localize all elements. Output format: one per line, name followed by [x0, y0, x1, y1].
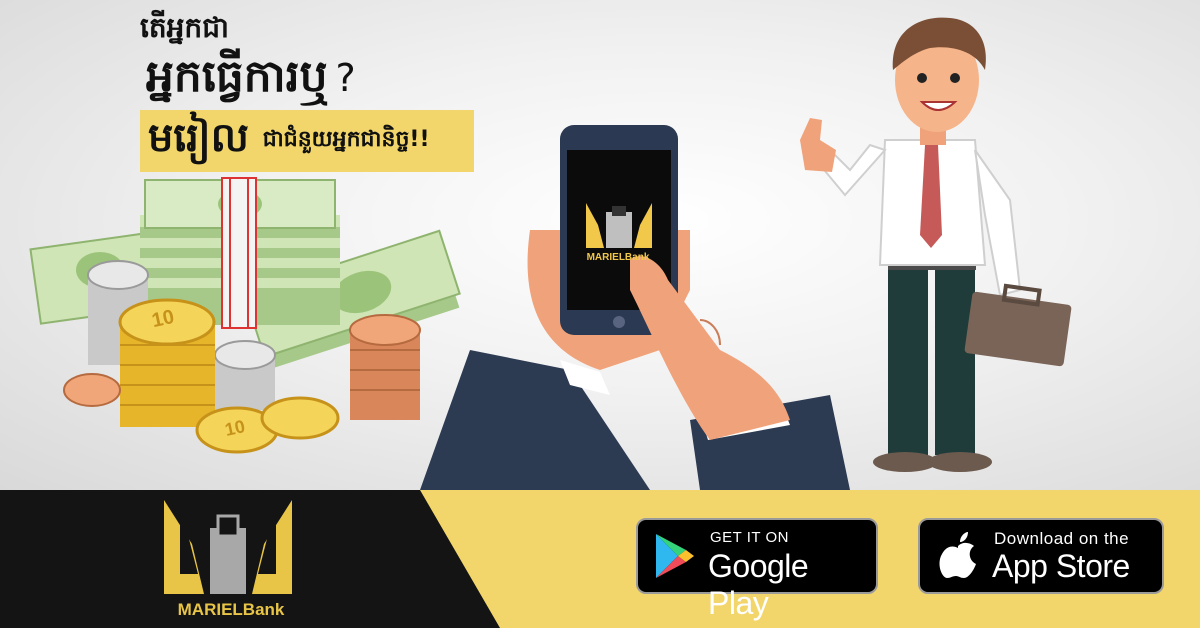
- headline-line-2-text: អ្នកធ្វើការឬ: [146, 51, 328, 102]
- app-store-title: App Store: [992, 548, 1130, 584]
- app-store-button[interactable]: Download on the App Store: [918, 518, 1164, 594]
- google-play-icon: [656, 534, 694, 578]
- headline-line-1: តើអ្នកជា: [140, 11, 229, 44]
- headline: តើអ្នកជា អ្នកធ្វើការឬ?: [140, 8, 356, 107]
- google-play-caption: GET IT ON: [710, 529, 789, 546]
- headline-highlight: មរៀល ជាជំនួយអ្នកជានិច្ច!!: [140, 110, 474, 172]
- hero-illustration: 10 10 MARIELBank តើអ្នកជា អ្នកធ្វើការឬ? …: [0, 0, 1200, 490]
- headline-tagline: ជាជំនួយអ្នកជានិច្ច!!: [262, 127, 430, 152]
- hand-left-sleeve: [420, 350, 650, 490]
- app-store-caption: Download on the: [994, 529, 1130, 548]
- phone-brand-name: MARIELBank: [586, 252, 650, 263]
- headline-brand-khmer: មរៀល: [148, 114, 249, 161]
- brand-name: MARIELBank: [177, 600, 285, 619]
- apple-icon: [939, 532, 976, 578]
- google-play-title: Google Play: [708, 548, 809, 621]
- coin-label: 10: [223, 416, 247, 440]
- businessman: [800, 17, 1072, 472]
- headline-line-2: អ្នកធ្វើការឬ?: [146, 48, 356, 107]
- question-mark: ?: [335, 56, 356, 100]
- google-play-button[interactable]: GET IT ON Google Play: [636, 518, 878, 621]
- marielbank-logo: [164, 500, 292, 594]
- coin-label: 10: [149, 305, 177, 333]
